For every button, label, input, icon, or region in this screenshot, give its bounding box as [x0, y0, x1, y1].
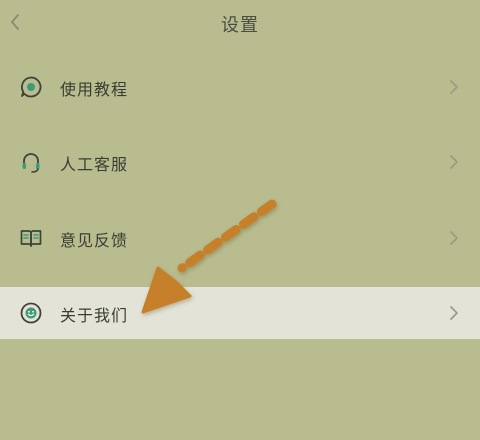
menu-item-feedback[interactable]: 意见反馈 — [0, 212, 480, 264]
menu-item-label: 意见反馈 — [60, 231, 129, 250]
page-title: 设置 — [221, 15, 259, 36]
header-bar: 设置 — [0, 0, 480, 46]
chevron-right-icon — [450, 306, 458, 320]
menu-item-label: 人工客服 — [60, 155, 129, 174]
smiley-icon — [20, 302, 42, 324]
tutorial-icon — [21, 76, 42, 98]
menu-item-customer-service[interactable]: 人工客服 — [0, 136, 480, 188]
menu-item-label: 关于我们 — [60, 306, 129, 325]
headset-icon — [22, 153, 40, 173]
menu-item-about-us[interactable]: 关于我们 — [0, 287, 480, 339]
chevron-right-icon — [450, 155, 458, 169]
chevron-right-icon — [450, 80, 458, 94]
menu-item-label: 使用教程 — [60, 80, 129, 99]
book-icon — [20, 230, 42, 247]
chevron-right-icon — [450, 231, 458, 245]
menu-item-tutorial[interactable]: 使用教程 — [0, 61, 480, 113]
